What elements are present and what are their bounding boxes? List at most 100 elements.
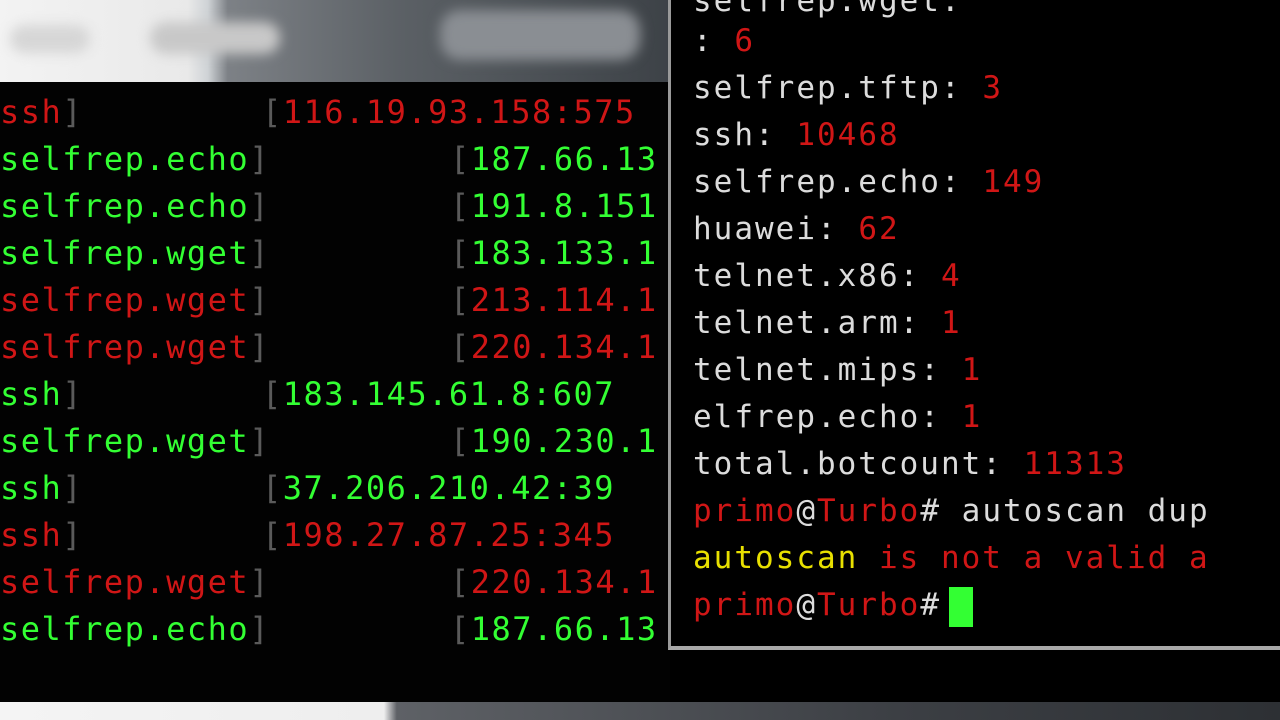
log-row-type-text: selfrep.wget bbox=[0, 422, 250, 460]
stat-value: 10468 bbox=[796, 117, 900, 153]
log-row-ip: 187.66.13 bbox=[470, 610, 658, 648]
stat-line: telnet.mips: 1 bbox=[693, 347, 982, 394]
stat-label: elfrep.echo: bbox=[693, 399, 941, 435]
log-row-ip: 191.8.151 bbox=[470, 187, 658, 225]
prompt-user: primo bbox=[693, 493, 797, 529]
error-command-word: autoscan bbox=[693, 540, 859, 576]
log-row-type-text: ssh bbox=[0, 469, 63, 507]
open-bracket: [ bbox=[262, 516, 283, 554]
close-bracket: ] bbox=[62, 375, 84, 413]
stat-line: telnet.x86: 4 bbox=[693, 253, 962, 300]
open-bracket: [ bbox=[450, 234, 471, 272]
open-bracket: [ bbox=[262, 469, 283, 507]
stat-line: ssh: 10468 bbox=[693, 112, 900, 159]
desktop-background-bottom bbox=[0, 702, 1280, 720]
stat-value: 11313 bbox=[1023, 446, 1127, 482]
stat-value: 62 bbox=[858, 211, 900, 247]
log-terminal-window[interactable]: ssh] [116.19.93.158:575 selfrep.echo] [187.… bbox=[0, 82, 670, 702]
stat-value: 1 bbox=[940, 305, 962, 341]
stat-label: telnet.mips: bbox=[693, 352, 941, 388]
log-row-type-group: ssh] bbox=[0, 465, 83, 512]
log-row-ip-group: [187.66.13 bbox=[450, 136, 658, 183]
log-row-ip-group: [190.230.1 bbox=[450, 418, 658, 465]
prompt-symbol: # bbox=[920, 587, 941, 623]
log-row-type-text: selfrep.echo bbox=[0, 140, 250, 178]
prompt-at: @ bbox=[796, 587, 817, 623]
prompt-host: Turbo bbox=[817, 493, 921, 529]
stat-label: total.botcount: bbox=[693, 446, 1003, 482]
close-bracket: ] bbox=[62, 93, 84, 131]
close-bracket: ] bbox=[249, 234, 270, 272]
stat-line: telnet.arm: 1 bbox=[693, 300, 962, 347]
log-row-type-text: selfrep.echo bbox=[0, 610, 250, 648]
log-row-ip-group: [220.134.1 bbox=[450, 559, 658, 606]
close-bracket: ] bbox=[249, 328, 270, 366]
log-row-ip-group: [37.206.210.42:39 bbox=[262, 465, 615, 512]
stat-value: 149 bbox=[982, 164, 1045, 200]
open-bracket: [ bbox=[262, 93, 283, 131]
stat-label: ssh: bbox=[693, 117, 776, 153]
blurred-desktop-icon bbox=[10, 25, 90, 53]
log-row-type-group: selfrep.echo] bbox=[0, 183, 270, 230]
open-bracket: [ bbox=[450, 422, 471, 460]
partial-label: selfrep.wget: bbox=[693, 0, 962, 19]
log-row-type-text: ssh bbox=[0, 516, 63, 554]
log-row-type-text: selfrep.wget bbox=[0, 281, 250, 319]
blurred-desktop-icon bbox=[440, 10, 640, 60]
log-row-ip-group: [183.145.61.8:607 bbox=[262, 371, 615, 418]
stat-label: huawei: bbox=[693, 211, 838, 247]
stat-line: total.botcount: 11313 bbox=[693, 441, 1127, 488]
log-row-ip: 220.134.1 bbox=[470, 328, 658, 366]
stat-value: 1 bbox=[961, 352, 983, 388]
stat-line: huawei: 62 bbox=[693, 206, 900, 253]
log-row-ip: 190.230.1 bbox=[470, 422, 658, 460]
log-row-type-group: selfrep.wget] bbox=[0, 559, 270, 606]
log-row-type-group: selfrep.echo] bbox=[0, 136, 270, 183]
open-bracket: [ bbox=[450, 140, 471, 178]
stat-label: selfrep.echo: bbox=[693, 164, 962, 200]
open-bracket: [ bbox=[450, 187, 471, 225]
stat-value: 6 bbox=[734, 23, 756, 59]
log-row-ip-group: [213.114.1 bbox=[450, 277, 658, 324]
log-row-type-text: selfrep.wget bbox=[0, 328, 250, 366]
log-row-ip: 220.134.1 bbox=[470, 563, 658, 601]
close-bracket: ] bbox=[249, 140, 270, 178]
stat-line: selfrep.echo: 149 bbox=[693, 159, 1044, 206]
log-row-ip-group: [187.66.13 bbox=[450, 606, 658, 653]
stat-line: elfrep.echo: 1 bbox=[693, 394, 982, 441]
log-row-type-text: selfrep.wget bbox=[0, 234, 250, 272]
log-row-ip-group: [116.19.93.158:575 bbox=[262, 89, 636, 136]
log-row-type-group: selfrep.wget] bbox=[0, 418, 270, 465]
close-bracket: ] bbox=[249, 187, 270, 225]
log-row-type-text: selfrep.echo bbox=[0, 187, 250, 225]
error-message-line: autoscan is not a valid a bbox=[693, 535, 1210, 582]
open-bracket: [ bbox=[262, 375, 283, 413]
log-row-type-text: selfrep.wget bbox=[0, 563, 250, 601]
log-row-ip-group: [191.8.151 bbox=[450, 183, 658, 230]
text-cursor[interactable] bbox=[949, 586, 973, 627]
open-bracket: [ bbox=[450, 610, 471, 648]
log-row-type-group: selfrep.wget] bbox=[0, 230, 270, 277]
stat-label: telnet.arm: bbox=[693, 305, 921, 341]
log-row-ip: 198.27.87.25:345 bbox=[282, 516, 616, 554]
prompt-user: primo bbox=[693, 587, 797, 623]
close-bracket: ] bbox=[62, 516, 84, 554]
log-row-ip: 183.145.61.8:607 bbox=[282, 375, 616, 413]
log-row-ip-group: [198.27.87.25:345 bbox=[262, 512, 615, 559]
entered-command: autoscan dup bbox=[961, 493, 1210, 529]
partial-value bbox=[982, 0, 1003, 19]
stat-label: : bbox=[693, 23, 714, 59]
log-row-ip-group: [183.133.1 bbox=[450, 230, 658, 277]
close-bracket: ] bbox=[249, 563, 270, 601]
close-bracket: ] bbox=[62, 469, 84, 507]
cnc-terminal-window[interactable]: selfrep.wget: : 6 selfrep.tftp: 3 ssh: 104… bbox=[668, 0, 1280, 650]
prompt-at: @ bbox=[796, 493, 817, 529]
open-bracket: [ bbox=[450, 328, 471, 366]
log-row-ip: 183.133.1 bbox=[470, 234, 658, 272]
active-prompt-line[interactable]: primo@Turbo# bbox=[693, 582, 973, 629]
prompt-symbol: # bbox=[920, 493, 941, 529]
stat-line: : 6 bbox=[693, 18, 755, 65]
log-row-type-group: ssh] bbox=[0, 89, 83, 136]
log-row-ip-group: [220.134.1 bbox=[450, 324, 658, 371]
close-bracket: ] bbox=[249, 281, 270, 319]
